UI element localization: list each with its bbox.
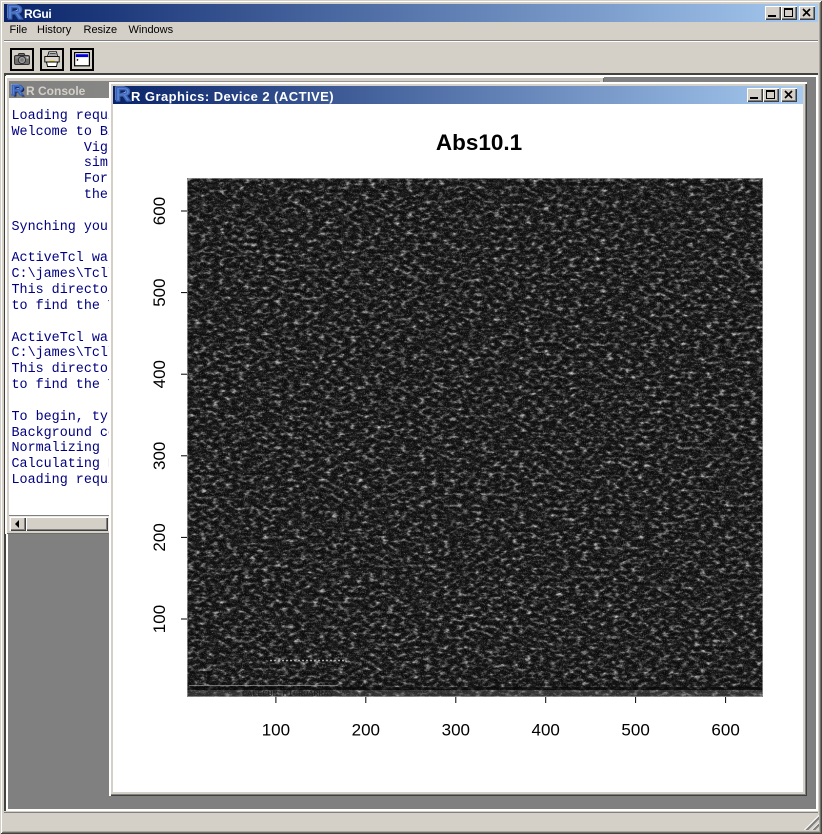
svg-text:300: 300 <box>442 721 470 740</box>
svg-text:CALECUM MICROARRAY: CALECUM MICROARRAY <box>242 689 334 699</box>
svg-text:400: 400 <box>150 360 169 388</box>
svg-text:500: 500 <box>150 278 169 306</box>
svg-text:300: 300 <box>150 442 169 470</box>
svg-text:500: 500 <box>621 721 649 740</box>
svg-text:100: 100 <box>262 721 290 740</box>
svg-text:600: 600 <box>150 197 169 225</box>
svg-text:200: 200 <box>150 523 169 551</box>
svg-text:200: 200 <box>352 721 380 740</box>
svg-text:100: 100 <box>150 605 169 633</box>
svg-text:400: 400 <box>532 721 560 740</box>
svg-text:Abs10.1: Abs10.1 <box>436 130 522 155</box>
svg-text:600: 600 <box>711 721 739 740</box>
